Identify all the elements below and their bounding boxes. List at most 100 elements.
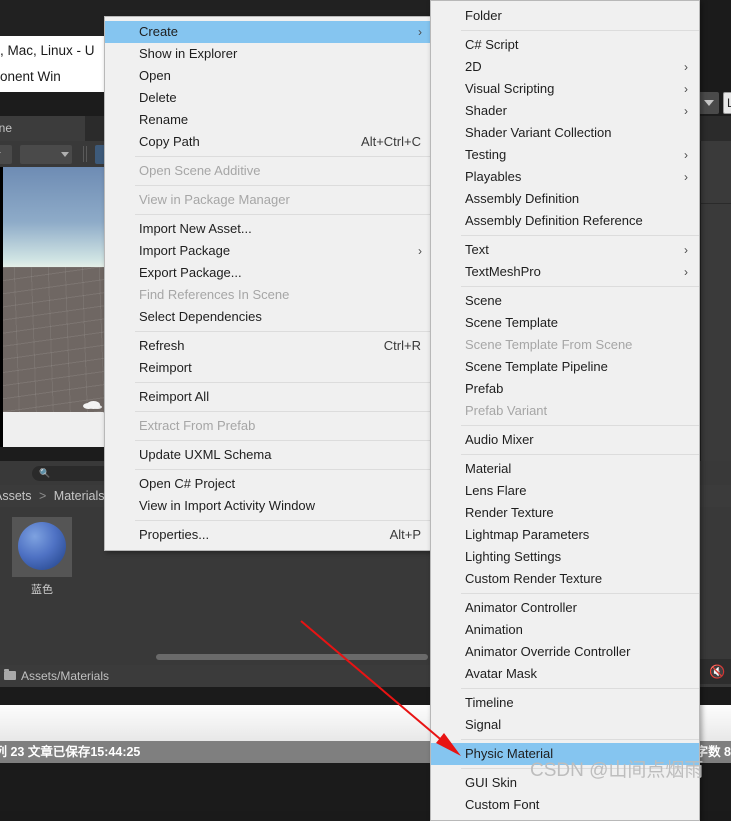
menu-item-label: Refresh (139, 338, 185, 353)
menu-item-label: Render Texture (465, 505, 554, 520)
menu-item-label: Custom Font (465, 797, 540, 812)
menu-item-assembly-definition[interactable]: Assembly Definition (431, 188, 699, 210)
menu-item-import-package[interactable]: Import Package › (105, 240, 433, 262)
menu-item-text[interactable]: Text › (431, 239, 699, 261)
menu-item-gui-skin[interactable]: GUI Skin (431, 772, 699, 794)
menu-item-label: GUI Skin (465, 775, 518, 790)
scene-plane-object[interactable] (3, 411, 104, 447)
menu-item-scene[interactable]: Scene (431, 290, 699, 312)
scene-viewport[interactable] (0, 167, 104, 447)
breadcrumb-current[interactable]: Materials (54, 489, 105, 503)
menu-item-visual-scripting[interactable]: Visual Scripting › (431, 78, 699, 100)
menu-item-animation[interactable]: Animation (431, 619, 699, 641)
layout-dropdown-button[interactable]: L (723, 92, 731, 114)
menu-item-label: Playables (465, 169, 522, 184)
menu-items-text[interactable]: Component Win (0, 69, 61, 84)
menu-item-list[interactable]: Create › Show in Explorer Open Delete Rename C… (105, 21, 433, 546)
menu-item-select-dependencies[interactable]: Select Dependencies (105, 306, 433, 328)
menu-item-assembly-definition-reference[interactable]: Assembly Definition Reference (431, 210, 699, 232)
menu-item-material[interactable]: Material (431, 458, 699, 480)
menu-item-label: Testing (465, 147, 507, 162)
breadcrumb-root[interactable]: Assets (0, 489, 32, 503)
menu-item-label: Rename (139, 112, 189, 127)
chevron-right-icon: › (684, 148, 688, 162)
menu-item-rename[interactable]: Rename (105, 109, 433, 131)
editor-status-right: 字数 8 (695, 745, 731, 759)
menu-item-label: 2D (465, 59, 482, 74)
menu-item-scene-template[interactable]: Scene Template (431, 312, 699, 334)
menu-separator (135, 214, 433, 215)
menu-item-physic-material[interactable]: Physic Material (431, 743, 699, 765)
menu-item-label: Import New Asset... (139, 221, 252, 236)
search-input[interactable]: 🔍 (32, 466, 110, 481)
menu-item-animator-override-controller[interactable]: Animator Override Controller (431, 641, 699, 663)
menu-item-label: Find References In Scene (139, 287, 290, 302)
menu-item-view-in-import-activity-window[interactable]: View in Import Activity Window (105, 495, 433, 517)
asset-context-menu[interactable]: Create › Show in Explorer Open Delete Rename C… (104, 16, 434, 551)
scene-tool-button-1[interactable] (0, 145, 12, 164)
tab-scene[interactable]: ene (0, 116, 85, 141)
menu-item-open-c-project[interactable]: Open C# Project (105, 473, 433, 495)
create-submenu[interactable]: Folder C# Script 2D › Visual Scripting › Shade… (430, 0, 700, 821)
menu-item-label: Folder (465, 8, 502, 23)
menu-item-shader[interactable]: Shader › (431, 100, 699, 122)
menu-item-testing[interactable]: Testing › (431, 144, 699, 166)
menu-item-label: Prefab Variant (465, 403, 548, 418)
menu-item-textmeshpro[interactable]: TextMeshPro › (431, 261, 699, 283)
menu-item-label: View in Package Manager (139, 192, 290, 207)
menu-item-label: Avatar Mask (465, 666, 538, 681)
audio-muted-icon: 🔇 (709, 664, 726, 679)
menu-item-signal[interactable]: Signal (431, 714, 699, 736)
menu-item-view-in-package-manager: View in Package Manager (105, 189, 433, 211)
menu-item-lens-flare[interactable]: Lens Flare (431, 480, 699, 502)
menu-item-animator-controller[interactable]: Animator Controller (431, 597, 699, 619)
menu-item-folder[interactable]: Folder (431, 5, 699, 27)
menu-item-export-package[interactable]: Export Package... (105, 262, 433, 284)
menu-item-c-script[interactable]: C# Script (431, 34, 699, 56)
menu-item-lighting-settings[interactable]: Lighting Settings (431, 546, 699, 568)
menu-item-show-in-explorer[interactable]: Show in Explorer (105, 43, 433, 65)
toolbar-divider (83, 146, 84, 162)
menu-separator (135, 440, 433, 441)
menu-item-reimport-all[interactable]: Reimport All (105, 386, 433, 408)
menu-item-render-texture[interactable]: Render Texture (431, 502, 699, 524)
menu-item-delete[interactable]: Delete (105, 87, 433, 109)
menu-item-label: Scene (465, 293, 502, 308)
menu-item-label: TextMeshPro (465, 264, 541, 279)
menu-item-label: Properties... (139, 527, 210, 542)
horizontal-scrollbar[interactable] (156, 654, 428, 660)
menu-item-custom-font[interactable]: Custom Font (431, 794, 699, 816)
menu-item-prefab[interactable]: Prefab (431, 378, 699, 400)
menu-item-avatar-mask[interactable]: Avatar Mask (431, 663, 699, 685)
menu-item-label: Animator Override Controller (465, 644, 631, 659)
menu-item-prefab-variant: Prefab Variant (431, 400, 699, 422)
menu-item-label: Prefab (465, 381, 504, 396)
menu-item-import-new-asset[interactable]: Import New Asset... (105, 218, 433, 240)
menu-item-label: Update UXML Schema (139, 447, 272, 462)
menu-item-playables[interactable]: Playables › (431, 166, 699, 188)
menu-item-properties[interactable]: Properties... Alt+P (105, 524, 433, 546)
menu-item-timeline[interactable]: Timeline (431, 692, 699, 714)
asset-item[interactable]: 蓝色 (12, 517, 72, 597)
menu-separator (135, 156, 433, 157)
menu-item-label: Reimport All (139, 389, 210, 404)
menu-item-lightmap-parameters[interactable]: Lightmap Parameters (431, 524, 699, 546)
menu-padding (105, 546, 433, 550)
chevron-right-icon: › (418, 244, 422, 258)
asset-thumbnail[interactable] (12, 517, 72, 577)
menu-item-scene-template-from-scene: Scene Template From Scene (431, 334, 699, 356)
menu-item-scene-template-pipeline[interactable]: Scene Template Pipeline (431, 356, 699, 378)
menu-item-create[interactable]: Create › (105, 21, 433, 43)
menu-item-open[interactable]: Open (105, 65, 433, 87)
menu-item-refresh[interactable]: Refresh Ctrl+R (105, 335, 433, 357)
menu-item-shader-variant-collection[interactable]: Shader Variant Collection (431, 122, 699, 144)
menu-item-audio-mixer[interactable]: Audio Mixer (431, 429, 699, 451)
asset-label: 蓝色 (31, 584, 53, 596)
menu-item-list[interactable]: Folder C# Script 2D › Visual Scripting › Shade… (431, 5, 699, 816)
menu-item-custom-render-texture[interactable]: Custom Render Texture (431, 568, 699, 590)
menu-item-reimport[interactable]: Reimport (105, 357, 433, 379)
menu-item-2d[interactable]: 2D › (431, 56, 699, 78)
menu-item-copy-path[interactable]: Copy Path Alt+Ctrl+C (105, 131, 433, 153)
menu-item-label: Open Scene Additive (139, 163, 261, 178)
menu-item-update-uxml-schema[interactable]: Update UXML Schema (105, 444, 433, 466)
